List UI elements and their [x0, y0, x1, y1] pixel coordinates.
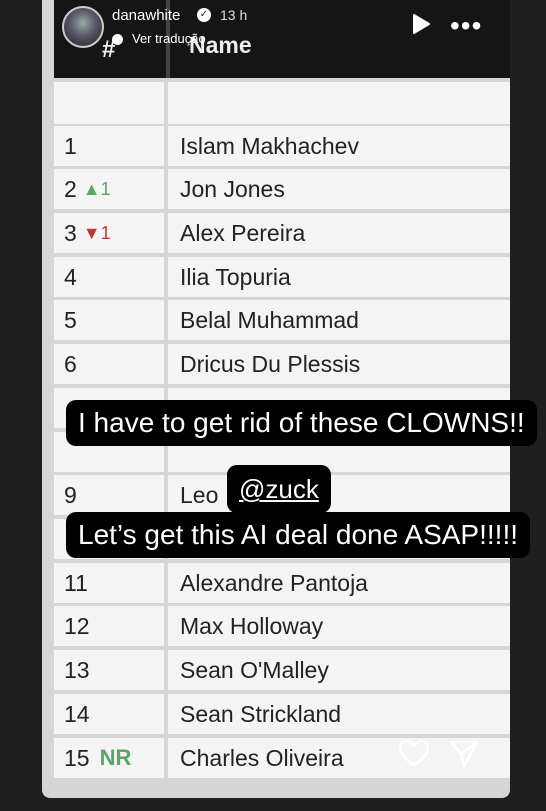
- avatar[interactable]: [62, 6, 104, 48]
- rank-number: 4: [54, 257, 164, 297]
- new-ranking-indicator: NR: [99, 745, 132, 770]
- table-row: 2 ▲1 Jon Jones: [54, 169, 510, 209]
- story-frame: # Name 1 Islam Makhachev 2 ▲1 Jon Jones 3…: [42, 0, 510, 798]
- play-icon[interactable]: [412, 14, 430, 39]
- fighter-name: Sean Strickland: [168, 694, 510, 734]
- table-row: 4 Ilia Topuria: [54, 257, 510, 297]
- table-row: 3 ▼1 Alex Pereira: [54, 213, 510, 253]
- rank-number: 13: [54, 650, 164, 690]
- rank-number: 9: [54, 475, 164, 515]
- table-row: 14 Sean Strickland: [54, 694, 510, 734]
- table-row: 1 Islam Makhachev: [54, 126, 510, 166]
- table-row: 11 Alexandre Pantoja: [54, 563, 510, 603]
- fighter-name: Leo: [168, 475, 510, 515]
- story-header: danawhite ✓ 13 h Ver tradução •••: [42, 0, 510, 60]
- translate-icon: [112, 34, 123, 46]
- story-caption-line2: Let’s get this AI deal done ASAP!!!!!: [66, 512, 531, 558]
- fighter-name: Dricus Du Plessis: [168, 344, 510, 384]
- translate-link[interactable]: Ver tradução: [112, 31, 206, 46]
- table-row: 12 Max Holloway: [54, 606, 510, 646]
- heart-icon[interactable]: [398, 738, 430, 773]
- fighter-name: Alexandre Pantoja: [168, 563, 510, 603]
- table-row: 15 NR Charles Oliveira: [54, 738, 510, 778]
- fighter-name: Islam Makhachev: [168, 126, 510, 166]
- rank-number: 5: [54, 300, 164, 340]
- table-row: 13 Sean O'Malley: [54, 650, 510, 690]
- fighter-name: Jon Jones: [168, 169, 510, 209]
- fighter-name: Max Holloway: [168, 606, 510, 646]
- rank-number: 2 ▲1: [54, 169, 164, 209]
- rank-number: 15 NR: [54, 738, 164, 778]
- rank-number: 6: [54, 344, 164, 384]
- fighter-name: Sean O'Malley: [168, 650, 510, 690]
- rank-number: 14: [54, 694, 164, 734]
- send-icon[interactable]: [448, 739, 480, 774]
- more-horizontal-icon[interactable]: •••: [450, 10, 482, 42]
- post-time: 13 h: [220, 7, 248, 23]
- mention-sticker[interactable]: @zuck: [227, 465, 331, 513]
- table-row: 6 Dricus Du Plessis: [54, 344, 510, 384]
- story-caption-line1: I have to get rid of these CLOWNS!!: [66, 400, 537, 446]
- username[interactable]: danawhite: [112, 7, 180, 24]
- rank-up-indicator: ▲1: [82, 178, 111, 199]
- rank-number: 1: [54, 126, 164, 166]
- rank-down-indicator: ▼1: [82, 222, 111, 243]
- rank-number: 11: [54, 563, 164, 603]
- fighter-name: Alex Pereira: [168, 213, 510, 253]
- rank-number: 3 ▼1: [54, 213, 164, 253]
- fighter-name: Belal Muhammad: [168, 300, 510, 340]
- table-row: 5 Belal Muhammad: [54, 300, 510, 340]
- translate-label: Ver tradução: [132, 31, 206, 46]
- rank-number: 12: [54, 606, 164, 646]
- table-row-blank: [54, 82, 510, 124]
- verified-badge-icon: ✓: [197, 8, 211, 22]
- fighter-name: Ilia Topuria: [168, 257, 510, 297]
